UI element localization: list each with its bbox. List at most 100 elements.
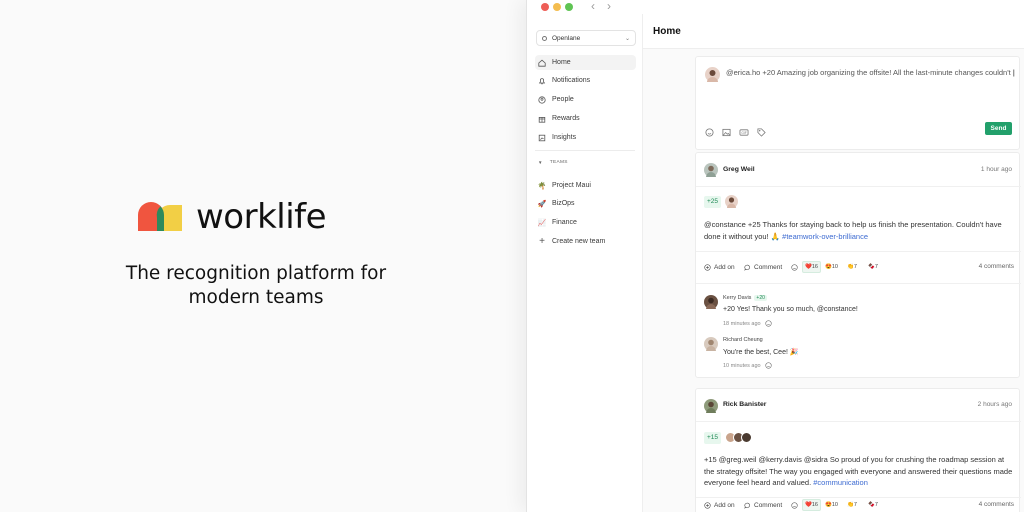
add-reaction-icon[interactable] [764, 320, 772, 327]
add-on-button[interactable]: Add on [704, 499, 735, 511]
chocolate-icon: 🍫 [868, 264, 875, 270]
reaction-count: 10 [831, 502, 838, 508]
sidebar-item-label: Home [552, 59, 571, 66]
reaction-heart-eyes[interactable]: 😍 10 [823, 261, 840, 273]
heart-eyes-icon: 😍 [825, 264, 832, 270]
divider [696, 497, 1021, 498]
send-button[interactable]: Send [985, 122, 1012, 135]
brand-panel: worklife The recognition platform for mo… [0, 0, 526, 512]
add-reaction-icon[interactable] [791, 261, 801, 273]
sidebar-item-team-bizops[interactable]: 🚀 BizOps [535, 196, 636, 211]
reaction-clap[interactable]: 👏 7 [845, 261, 859, 273]
add-reaction-icon[interactable] [764, 362, 772, 369]
avatar[interactable] [704, 337, 718, 351]
post-author[interactable]: Rick Banister [723, 401, 766, 408]
post-time: 1 hour ago [980, 166, 1012, 173]
comment-meta: 18 minutes ago [723, 320, 772, 327]
clap-icon: 👏 [847, 264, 854, 270]
sidebar-item-people[interactable]: People [535, 92, 636, 107]
sidebar-item-team-finance[interactable]: 📈 Finance [535, 215, 636, 230]
org-switcher[interactable]: Openlane ⌄ [536, 30, 636, 46]
recipient-avatar[interactable] [725, 195, 738, 208]
post-author[interactable]: Greg Weil [723, 166, 755, 173]
main-feed: Home @erica.ho +20 Amazing job organizin… [643, 14, 1024, 512]
reaction-count: 16 [811, 264, 818, 270]
comment-button[interactable]: Comment [744, 261, 782, 273]
composer-card[interactable]: @erica.ho +20 Amazing job organizing the… [695, 56, 1020, 150]
chevron-left-icon[interactable]: ‹ [591, 0, 595, 13]
reaction-chocolate[interactable]: 🍫 7 [866, 499, 880, 511]
reaction-heart[interactable]: ❤️ 16 [802, 499, 821, 511]
divider [696, 186, 1021, 187]
add-on-button[interactable]: Add on [704, 261, 735, 273]
heart-eyes-icon: 😍 [825, 502, 832, 508]
sidebar-item-notifications[interactable]: Notifications [535, 73, 636, 88]
reaction-count: 7 [874, 264, 878, 270]
comments-count-link[interactable]: 4 comments [979, 501, 1014, 508]
window-titlebar: ‹ › [527, 0, 1024, 14]
plus-icon: + [539, 236, 545, 247]
reaction-count: 10 [831, 264, 838, 270]
avatar[interactable] [704, 163, 718, 177]
avatar[interactable] [704, 295, 718, 309]
comment-author-name: Kerry Davis [723, 295, 752, 301]
comment-text: +20 Yes! Thank you so much, @constance! [723, 306, 858, 313]
chevron-down-icon: ⌄ [624, 35, 630, 42]
sidebar-item-rewards[interactable]: Rewards [535, 111, 636, 126]
create-team-label: Create new team [552, 238, 606, 245]
sidebar-item-label: Rewards [552, 115, 580, 122]
heart-icon: ❤️ [805, 264, 812, 270]
sidebar-divider [535, 150, 635, 151]
post-card: Rick Banister 2 hours ago +15 +15 @greg.… [695, 388, 1021, 512]
recipient-avatar[interactable] [741, 432, 752, 443]
reaction-chocolate[interactable]: 🍫 7 [866, 261, 880, 273]
maximize-window-button[interactable] [565, 3, 573, 11]
reaction-heart[interactable]: ❤️ 16 [802, 261, 821, 273]
image-icon[interactable] [722, 124, 731, 137]
avatar [705, 67, 720, 82]
caret-down-icon: ▼ [538, 160, 543, 165]
sidebar-item-team-project-maui[interactable]: 🌴 Project Maui [535, 178, 636, 193]
add-on-label: Add on [714, 263, 735, 271]
comment-button[interactable]: Comment [744, 499, 782, 511]
sidebar-item-label: Finance [552, 219, 577, 226]
org-icon [542, 35, 547, 41]
sidebar-item-insights[interactable]: Insights [535, 130, 636, 145]
gift-icon [538, 115, 546, 123]
clap-icon: 👏 [847, 502, 854, 508]
worklife-logo-mark [136, 201, 184, 233]
home-icon [538, 59, 546, 67]
reaction-count: 7 [853, 502, 857, 508]
hashtag-link[interactable]: #communication [813, 478, 868, 487]
reaction-clap[interactable]: 👏 7 [845, 499, 859, 511]
teams-section-header[interactable]: ▼ TEAMS [538, 160, 568, 165]
sidebar-item-home[interactable]: Home [535, 55, 636, 70]
gif-icon[interactable]: GIF [739, 124, 749, 136]
minimize-window-button[interactable] [553, 3, 561, 11]
brand-tagline: The recognition platform for modern team… [125, 263, 387, 308]
chart-up-icon: 📈 [537, 219, 547, 227]
comment-icon [744, 264, 750, 271]
svg-text:GIF: GIF [741, 131, 746, 135]
avatar[interactable] [704, 399, 718, 413]
chevron-right-icon[interactable]: › [607, 0, 611, 13]
tag-icon[interactable] [757, 124, 766, 137]
comments-count-link[interactable]: 4 comments [979, 263, 1014, 270]
comment-label: Comment [754, 501, 783, 509]
chocolate-icon: 🍫 [868, 502, 875, 508]
plus-circle-icon [704, 501, 711, 509]
comment-author[interactable]: Richard Cheung [723, 337, 763, 343]
reaction-heart-eyes[interactable]: 😍 10 [823, 499, 840, 511]
close-window-button[interactable] [541, 3, 549, 11]
points-badge: +25 [704, 196, 722, 208]
create-team-button[interactable]: + Create new team [535, 234, 636, 249]
palm-tree-icon: 🌴 [537, 182, 547, 190]
emoji-icon[interactable] [705, 124, 714, 137]
hashtag-link[interactable]: #teamwork-over-brilliance [782, 232, 868, 241]
sidebar-item-label: People [552, 96, 574, 103]
composer-input[interactable]: @erica.ho +20 Amazing job organizing the… [726, 67, 1016, 78]
add-reaction-icon[interactable] [791, 499, 801, 511]
comment-author[interactable]: Kerry Davis +20 [723, 295, 767, 301]
reaction-count: 7 [874, 502, 878, 508]
sidebar: Openlane ⌄ Home Notifications People Rew… [527, 14, 643, 512]
